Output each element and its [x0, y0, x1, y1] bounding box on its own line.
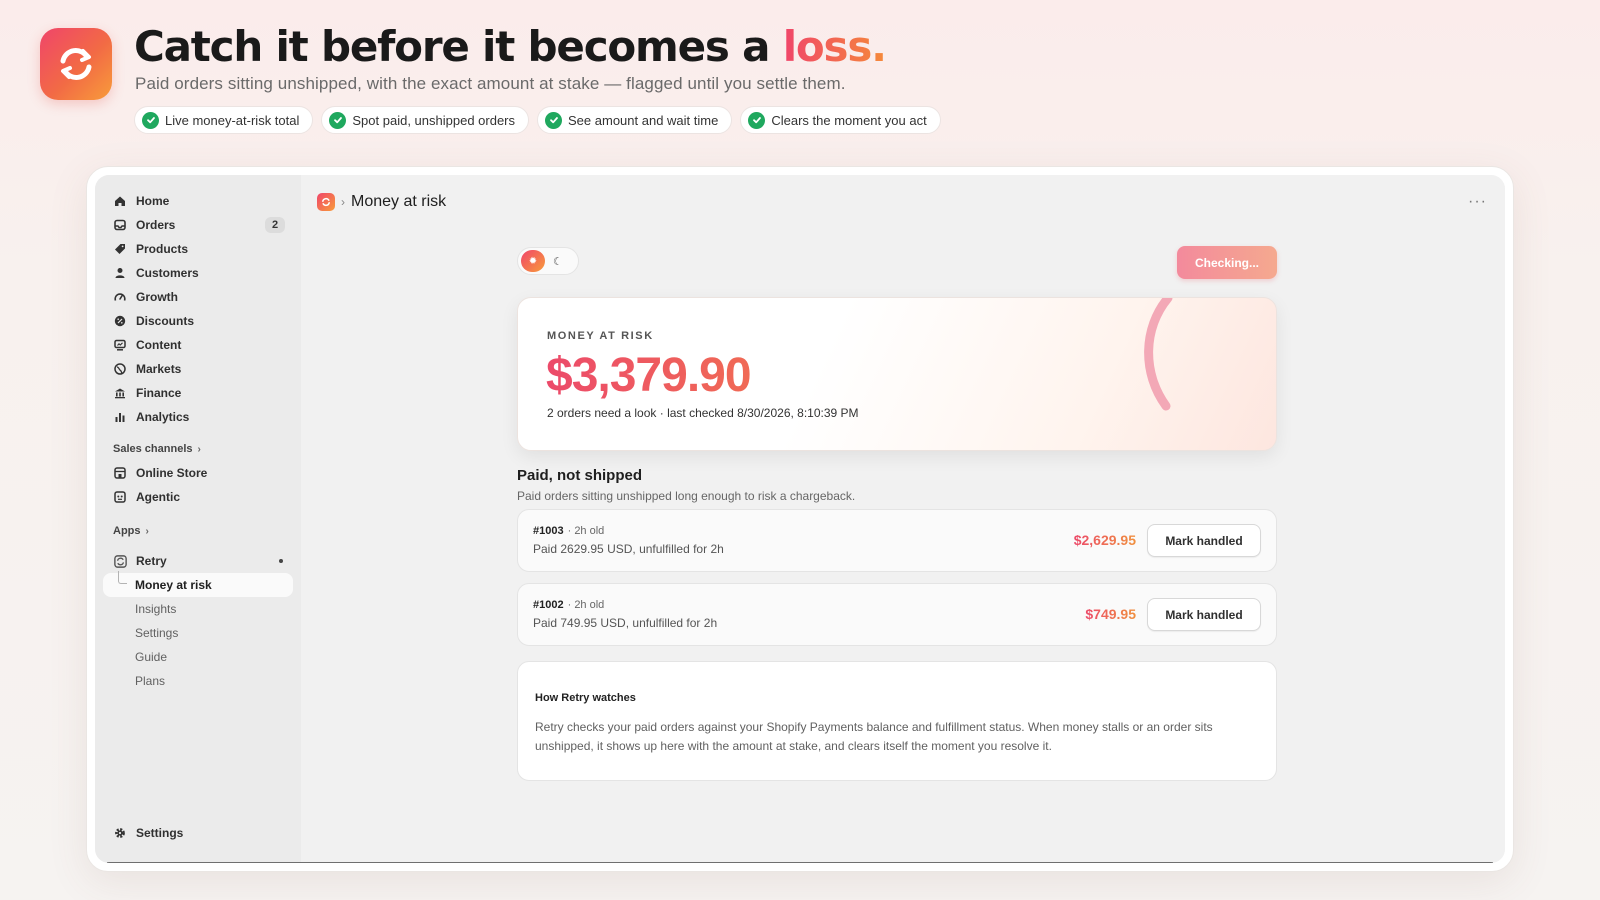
feature-pill: Live money-at-risk total — [134, 106, 314, 134]
order-row: #1002 · 2h old Paid 749.95 USD, unfulfill… — [517, 583, 1277, 646]
sidebar-item-online-store[interactable]: Online Store — [103, 461, 293, 485]
sidebar: Home Orders 2 Products Customers Growth — [95, 175, 301, 863]
agentic-icon — [113, 490, 127, 504]
orders-icon — [113, 218, 127, 232]
moon-icon[interactable]: ☾ — [553, 255, 563, 268]
sidebar-item-agentic[interactable]: Agentic — [103, 485, 293, 509]
feature-pill: See amount and wait time — [537, 106, 733, 134]
check-now-button[interactable]: Checking... — [1177, 246, 1277, 279]
order-amount: $749.95 — [1085, 606, 1136, 622]
order-row: #1003 · 2h old Paid 2629.95 USD, unfulfil… — [517, 509, 1277, 572]
chevron-right-icon: › — [145, 525, 149, 537]
how-it-works-card: How Retry watches Retry checks your paid… — [517, 661, 1277, 781]
chevron-right-icon: › — [197, 443, 201, 455]
app-window: Home Orders 2 Products Customers Growth — [86, 166, 1514, 872]
order-detail: Paid 749.95 USD, unfulfilled for 2h — [533, 616, 718, 630]
tree-connector-icon — [118, 571, 127, 584]
risk-amount: $3,379.90 — [546, 349, 752, 402]
sidebar-item-content[interactable]: Content — [103, 333, 293, 357]
order-detail: Paid 2629.95 USD, unfulfilled for 2h — [533, 542, 724, 556]
page-title: Money at risk — [351, 193, 447, 210]
sidebar-subitem-guide[interactable]: Guide — [103, 645, 293, 669]
store-icon — [113, 466, 127, 480]
globe-icon — [113, 362, 127, 376]
hero-subtitle: Paid orders sitting unshipped, with the … — [135, 74, 846, 93]
apps-section[interactable]: Apps › — [103, 519, 293, 543]
sidebar-item-orders[interactable]: Orders 2 — [103, 213, 293, 237]
sidebar-subitem-insights[interactable]: Insights — [103, 597, 293, 621]
feature-pills: Live money-at-risk total Spot paid, unsh… — [134, 106, 941, 134]
info-body: Retry checks your paid orders against yo… — [535, 720, 1213, 753]
feature-pill: Clears the moment you act — [740, 106, 941, 134]
retry-app-icon — [113, 554, 127, 568]
sidebar-item-discounts[interactable]: Discounts — [103, 309, 293, 333]
progress-arc-icon — [1144, 298, 1173, 411]
order-amount: $2,629.95 — [1073, 532, 1136, 548]
sidebar-item-growth[interactable]: Growth — [103, 285, 293, 309]
section-title: Paid, not shipped — [517, 467, 643, 484]
sidebar-item-analytics[interactable]: Analytics — [103, 405, 293, 429]
order-id: #1003 · 2h old — [533, 525, 605, 537]
sun-icon[interactable]: ✹ — [521, 250, 545, 272]
money-at-risk-card: MONEY AT RISK $3,379.90 2 orders need a … — [517, 297, 1277, 451]
check-icon — [329, 111, 347, 129]
hero-title-accent: loss. — [782, 22, 887, 71]
content-icon — [113, 338, 127, 352]
retry-app-icon[interactable] — [317, 193, 335, 211]
info-title: How Retry watches — [535, 692, 636, 704]
mark-handled-button[interactable]: Mark handled — [1147, 524, 1261, 557]
admin-frame: Home Orders 2 Products Customers Growth — [95, 175, 1505, 863]
risk-label: MONEY AT RISK — [547, 330, 654, 342]
order-age: · 2h old — [567, 599, 605, 611]
section-subtitle: Paid orders sitting unshipped long enoug… — [517, 489, 856, 503]
tag-icon — [113, 242, 127, 256]
gear-icon — [113, 826, 127, 840]
sales-channels-section[interactable]: Sales channels › — [103, 437, 293, 461]
chevron-right-icon: › — [341, 195, 345, 209]
order-id: #1002 · 2h old — [533, 599, 605, 611]
check-icon — [545, 111, 563, 129]
home-icon — [113, 194, 127, 208]
sidebar-item-markets[interactable]: Markets — [103, 357, 293, 381]
check-icon — [142, 111, 159, 129]
person-icon — [113, 266, 127, 280]
sidebar-item-customers[interactable]: Customers — [103, 261, 293, 285]
theme-toggle[interactable]: ✹ ☾ — [517, 247, 579, 275]
retry-app-logo — [40, 28, 112, 100]
sidebar-item-settings[interactable]: Settings — [103, 821, 293, 845]
retry-icon — [60, 48, 92, 80]
feature-pill: Spot paid, unshipped orders — [321, 106, 530, 134]
sidebar-subitem-money-at-risk[interactable]: Money at risk — [103, 571, 293, 597]
bar-chart-icon — [113, 410, 127, 424]
sidebar-item-finance[interactable]: Finance — [103, 381, 293, 405]
sidebar-item-products[interactable]: Products — [103, 237, 293, 261]
hero-title: Catch it before it becomes a loss. — [134, 22, 887, 71]
breadcrumb: › Money at risk — [317, 193, 446, 211]
order-age: · 2h old — [567, 525, 605, 537]
main-content: › Money at risk ··· ✹ ☾ Checking... MONE… — [301, 175, 1505, 863]
sidebar-item-retry[interactable]: Retry — [103, 549, 293, 573]
sidebar-subitem-settings[interactable]: Settings — [103, 621, 293, 645]
sidebar-item-home[interactable]: Home — [103, 189, 293, 213]
gauge-icon — [113, 290, 127, 304]
sidebar-subitem-plans[interactable]: Plans — [103, 669, 293, 693]
mark-handled-button[interactable]: Mark handled — [1147, 598, 1261, 631]
divider — [107, 862, 1493, 863]
bank-icon — [113, 386, 127, 400]
pin-dot-icon — [279, 559, 283, 563]
orders-count-badge: 2 — [265, 217, 285, 233]
check-icon — [748, 111, 766, 129]
discount-icon — [113, 314, 127, 328]
risk-meta: 2 orders need a look · last checked 8/30… — [547, 406, 859, 420]
more-actions-icon[interactable]: ··· — [1468, 193, 1487, 211]
